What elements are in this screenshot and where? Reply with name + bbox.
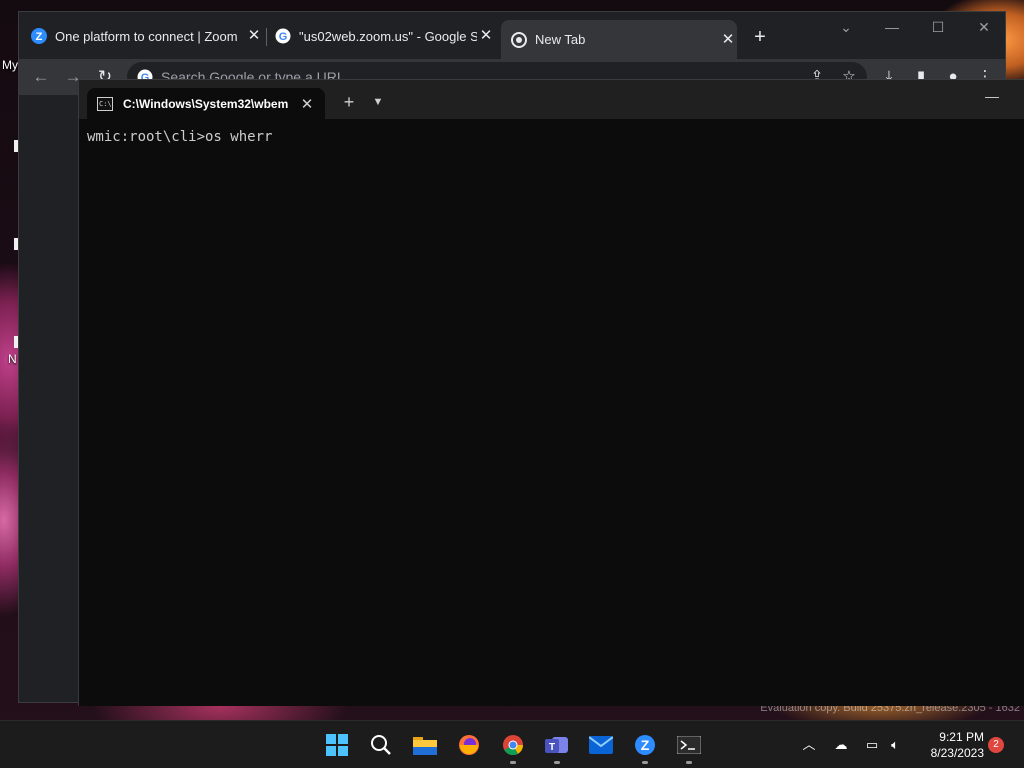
close-tab-icon[interactable]: ✕: [297, 95, 317, 113]
running-indicator: [642, 761, 648, 764]
chrome-tabstrip: Z One platform to connect | Zoom ✕ G "us…: [19, 12, 1005, 59]
running-indicator: [510, 761, 516, 764]
cmd-icon: C:\: [97, 96, 113, 111]
terminal-icon[interactable]: [673, 729, 705, 764]
desktop-icon-label-fragment: N: [8, 352, 17, 366]
chrome-tab-title: One platform to connect | Zoom: [55, 28, 238, 44]
terminal-window[interactable]: C:\ C:\Windows\System32\wbem ✕ + ▼ — wmi…: [78, 79, 1024, 706]
close-window-icon[interactable]: ✕: [972, 16, 996, 38]
network-icon[interactable]: ▭: [862, 735, 882, 755]
file-explorer-icon[interactable]: [409, 729, 441, 761]
onedrive-cloud-icon[interactable]: ☁: [831, 735, 851, 755]
taskbar: T Z ︿ ☁ ▭ 🔈︎ 9:21 PM 8/23/2023 2: [0, 720, 1024, 768]
minimize-icon[interactable]: —: [982, 86, 1002, 106]
teams-icon[interactable]: T: [541, 729, 573, 764]
terminal-output[interactable]: wmic:root\cli>os wherr: [79, 119, 1024, 706]
mail-icon[interactable]: [585, 729, 617, 761]
volume-icon[interactable]: 🔈︎: [885, 735, 905, 755]
running-indicator: [686, 761, 692, 764]
running-indicator: [554, 761, 560, 764]
tab-search-chevron-icon[interactable]: ⌄: [834, 16, 858, 38]
chrome-tab-title: New Tab: [535, 32, 586, 47]
clock-date: 8/23/2023: [930, 746, 984, 760]
maximize-icon[interactable]: ☐: [926, 16, 950, 38]
chrome-icon[interactable]: [497, 729, 529, 764]
svg-text:Z: Z: [641, 737, 650, 753]
terminal-prompt-line: wmic:root\cli>os wherr: [87, 129, 273, 145]
desktop-icon-label-fragment: My: [2, 58, 18, 72]
zoom-icon: Z: [31, 28, 47, 44]
svg-text:Z: Z: [36, 31, 43, 43]
notification-badge[interactable]: 2: [988, 737, 1004, 753]
clock-time: 9:21 PM: [939, 730, 984, 744]
chrome-tab-zoom[interactable]: Z One platform to connect | Zoom ✕: [31, 22, 263, 50]
tab-separator: [266, 28, 267, 46]
back-arrow-icon[interactable]: ←: [29, 65, 53, 89]
terminal-tab[interactable]: C:\ C:\Windows\System32\wbem ✕: [87, 88, 325, 119]
chevron-up-icon[interactable]: ︿: [799, 735, 819, 755]
system-clock[interactable]: 9:21 PM 8/23/2023: [912, 729, 984, 761]
chrome-icon: [511, 31, 527, 48]
chrome-tab-new-tab[interactable]: New Tab ✕: [501, 20, 737, 59]
zoom-icon[interactable]: Z: [629, 729, 661, 764]
search-icon[interactable]: [365, 729, 397, 761]
firefox-icon[interactable]: [453, 729, 485, 761]
new-tab-button[interactable]: +: [749, 26, 771, 48]
close-tab-icon[interactable]: ✕: [245, 27, 263, 45]
minimize-icon[interactable]: —: [880, 16, 904, 38]
svg-text:G: G: [279, 31, 288, 43]
close-tab-icon[interactable]: ✕: [719, 31, 737, 49]
svg-text:T: T: [549, 742, 555, 753]
terminal-titlebar: C:\ C:\Windows\System32\wbem ✕ + ▼ —: [79, 80, 1024, 119]
close-tab-icon[interactable]: ✕: [477, 27, 495, 45]
start-windows-icon[interactable]: [321, 729, 353, 761]
terminal-dropdown-chevron-icon[interactable]: ▼: [369, 92, 387, 112]
chrome-tab-google-search[interactable]: G "us02web.zoom.us" - Google Se ✕: [275, 22, 495, 50]
google-icon: G: [275, 28, 291, 44]
terminal-new-tab-button[interactable]: +: [339, 92, 359, 112]
chrome-tab-title: "us02web.zoom.us" - Google Se: [299, 28, 477, 44]
terminal-tab-title: C:\Windows\System32\wbem: [123, 96, 289, 111]
